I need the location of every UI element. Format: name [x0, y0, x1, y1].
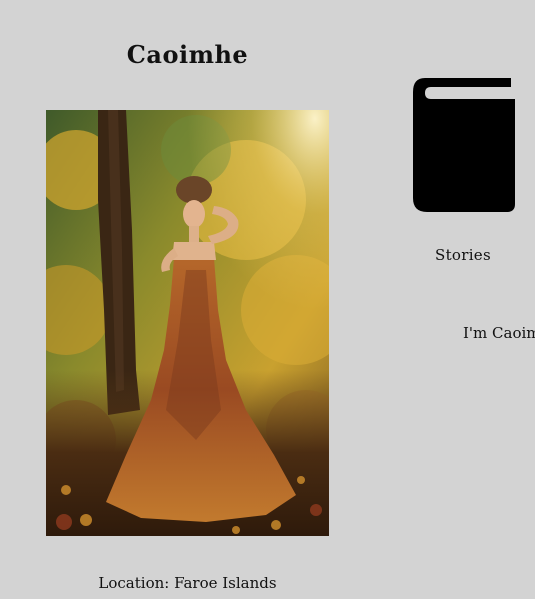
profile-photo	[46, 110, 329, 536]
profile-name: Caoimhe	[126, 40, 249, 69]
intro-text: I'm Caoim	[463, 324, 535, 342]
book-icon	[413, 78, 515, 212]
profile-location: Location: Faroe Islands	[98, 574, 277, 592]
stories-label: Stories	[435, 246, 491, 264]
